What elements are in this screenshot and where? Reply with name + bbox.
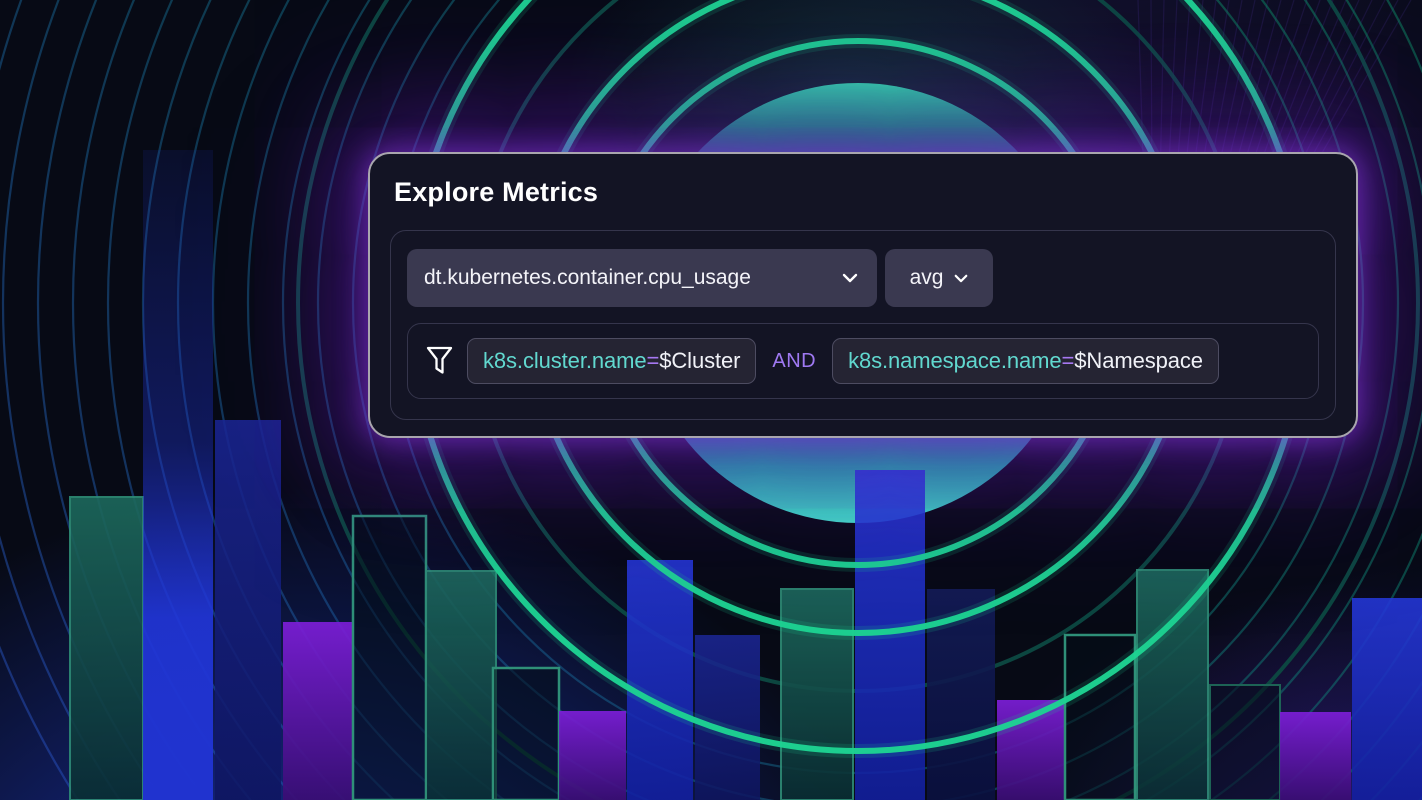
background-bar xyxy=(283,622,353,800)
page-title: Explore Metrics xyxy=(394,176,1332,208)
query-builder: dt.kubernetes.container.cpu_usage avg k8… xyxy=(390,230,1336,420)
background-bar xyxy=(1210,685,1280,800)
filter-operator: = xyxy=(1062,348,1075,374)
filter-operator: = xyxy=(646,348,659,374)
aggregation-select[interactable]: avg xyxy=(885,249,993,307)
background-bar xyxy=(70,497,143,800)
background-bar xyxy=(493,668,559,800)
filter-joiner: AND xyxy=(770,350,818,373)
filter-bar: k8s.cluster.name=$Cluster AND k8s.namesp… xyxy=(407,323,1319,399)
background-bar xyxy=(215,420,281,800)
background-bar xyxy=(143,150,213,800)
background-bar xyxy=(1352,598,1422,800)
explore-metrics-panel: Explore Metrics dt.kubernetes.container.… xyxy=(368,152,1358,438)
filter-key: k8s.cluster.name xyxy=(483,348,646,374)
background-bar xyxy=(426,571,496,800)
filter-value: $Namespace xyxy=(1074,348,1203,374)
filter-value: $Cluster xyxy=(659,348,740,374)
metric-select[interactable]: dt.kubernetes.container.cpu_usage xyxy=(407,249,877,307)
aggregation-select-value: avg xyxy=(910,266,944,290)
background-bar xyxy=(1280,712,1351,800)
metric-select-row: dt.kubernetes.container.cpu_usage avg xyxy=(407,249,1319,307)
metric-select-value: dt.kubernetes.container.cpu_usage xyxy=(424,266,751,290)
filter-condition-namespace[interactable]: k8s.namespace.name=$Namespace xyxy=(832,338,1219,384)
chevron-down-icon xyxy=(842,273,858,283)
filter-key: k8s.namespace.name xyxy=(848,348,1061,374)
filter-funnel-icon xyxy=(426,346,453,377)
filter-condition-cluster[interactable]: k8s.cluster.name=$Cluster xyxy=(467,338,756,384)
background-bar xyxy=(627,560,693,800)
chevron-down-icon xyxy=(954,274,968,283)
background-bar xyxy=(353,516,426,800)
background-bar xyxy=(559,711,626,800)
